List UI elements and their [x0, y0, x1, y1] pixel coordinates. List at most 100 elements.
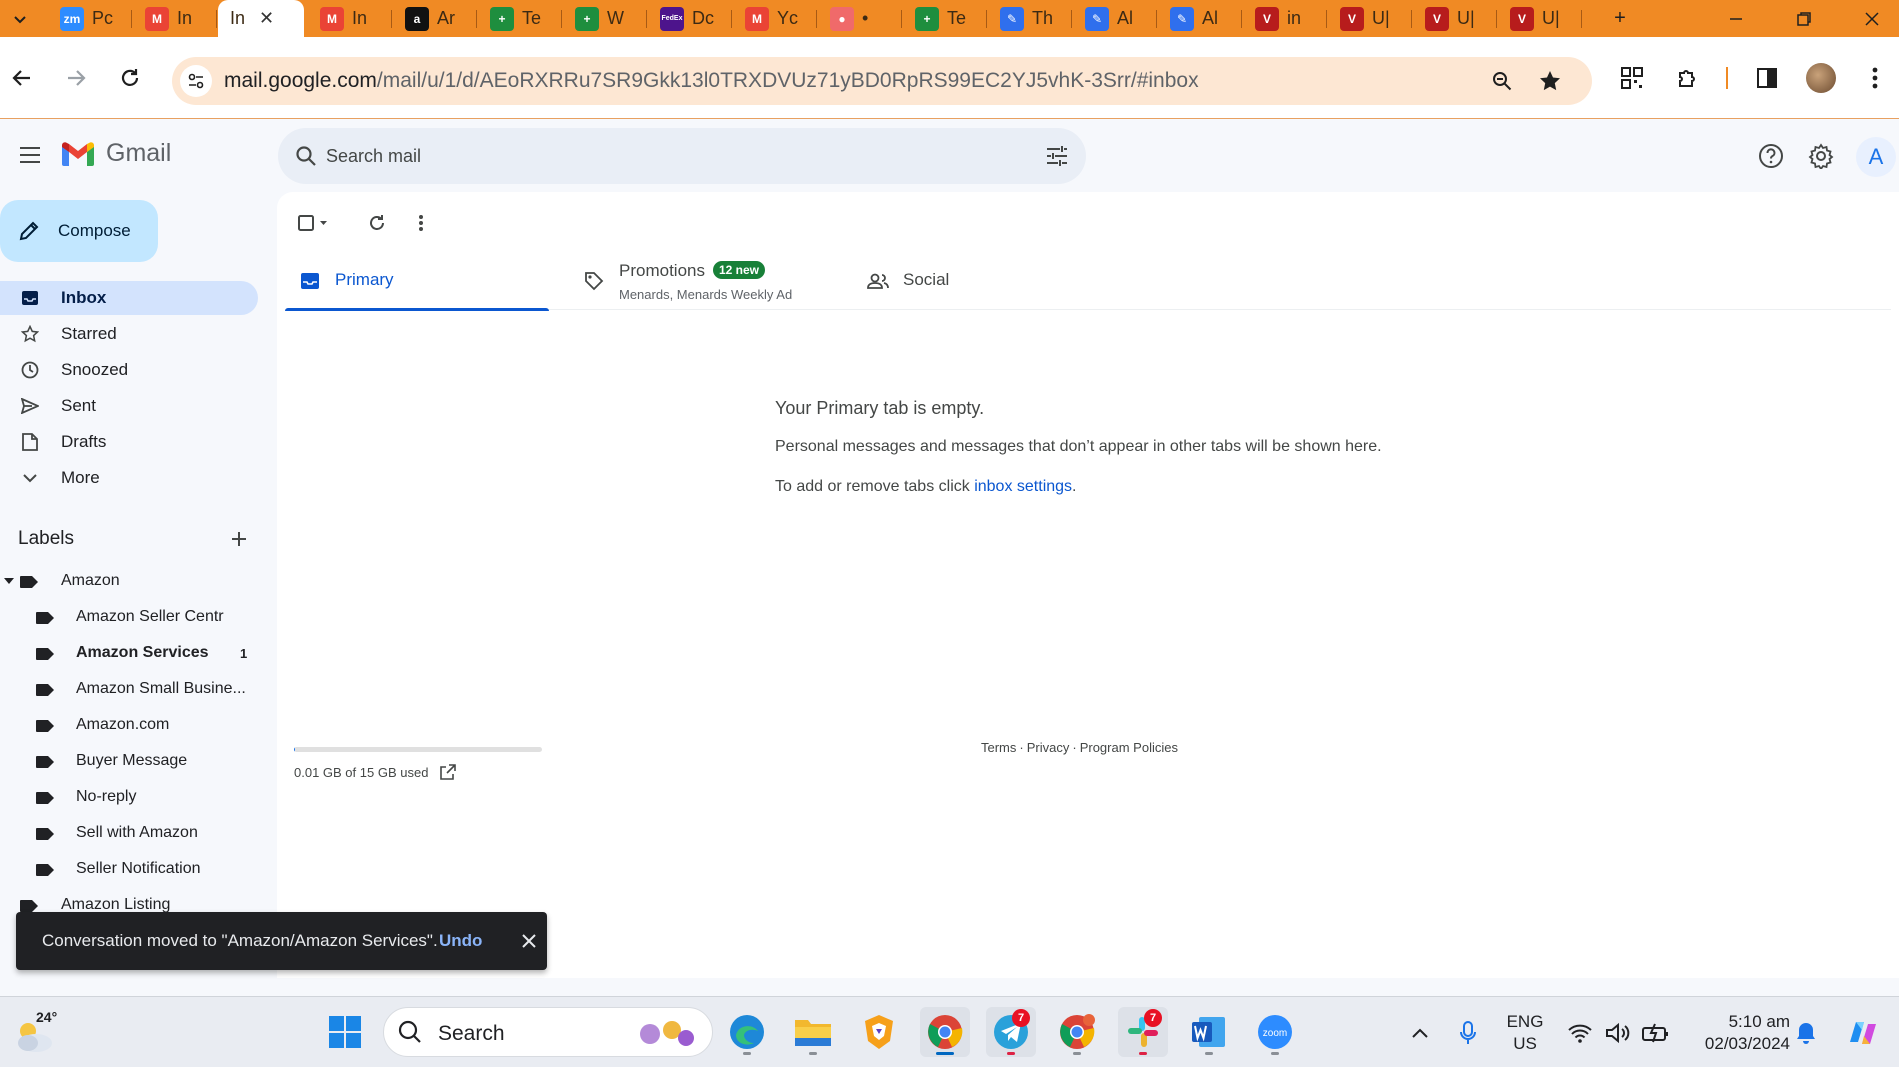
battery-charging-icon[interactable] [1638, 997, 1674, 1067]
extensions-puzzle-icon[interactable] [1671, 61, 1705, 95]
word-icon[interactable] [1184, 1007, 1234, 1057]
taskbar-search[interactable]: Search [383, 1007, 713, 1057]
side-panel-icon[interactable] [1750, 61, 1784, 95]
zoom-icon[interactable]: zoom [1250, 1007, 1300, 1057]
label-item[interactable]: Amazon Small Busine... [0, 674, 250, 704]
browser-tab[interactable]: ✎ Th [988, 0, 1072, 37]
label-item[interactable]: Amazon.com [0, 710, 250, 740]
sidebar-item-snoozed[interactable]: Snoozed [0, 353, 258, 387]
sidebar-item-drafts[interactable]: Drafts [0, 425, 258, 459]
show-hidden-icons-chevron-icon[interactable] [1400, 997, 1440, 1067]
browser-tab[interactable]: a Ar [393, 0, 477, 37]
minimize-button[interactable] [1706, 0, 1766, 37]
tab-promotions[interactable]: Promotions 12 new Menards, Menards Weekly… [569, 252, 839, 310]
browser-tab[interactable]: zm Pc [48, 0, 132, 37]
search-bar[interactable] [278, 128, 1086, 184]
bookmark-star-icon[interactable] [1534, 65, 1566, 97]
undo-button[interactable]: Undo [439, 931, 482, 951]
wifi-icon[interactable] [1562, 997, 1598, 1067]
browser-tab[interactable]: + Te [478, 0, 562, 37]
site-info-icon[interactable] [180, 65, 212, 97]
system-clock[interactable]: 5:10 am 02/03/2024 [1680, 1011, 1790, 1055]
label-item[interactable]: Seller Notification [0, 854, 250, 884]
sidebar-item-inbox[interactable]: Inbox [0, 281, 258, 315]
browser-tab[interactable]: V U| [1498, 0, 1582, 37]
search-input[interactable] [326, 140, 976, 172]
browser-tab[interactable]: V U| [1328, 0, 1412, 37]
program-policies-link[interactable]: Program Policies [1080, 740, 1178, 755]
add-label-icon[interactable] [226, 526, 252, 552]
back-button[interactable] [2, 58, 42, 98]
more-options-icon[interactable] [405, 207, 437, 239]
label-item[interactable]: Buyer Message [0, 746, 250, 776]
label-item[interactable]: Amazon Seller Centr [0, 602, 250, 632]
browser-tab[interactable]: ● • [818, 0, 902, 37]
label-item[interactable]: Amazon [0, 566, 250, 596]
browser-tab[interactable]: + Te [903, 0, 987, 37]
expand-arrow-icon[interactable] [4, 577, 14, 585]
help-icon[interactable] [1752, 137, 1790, 175]
chrome-profile-icon[interactable] [1052, 1007, 1102, 1057]
volume-icon[interactable] [1600, 997, 1636, 1067]
inbox-settings-link[interactable]: inbox settings [974, 478, 1072, 495]
label-item[interactable]: Sell with Amazon [0, 818, 250, 848]
chrome-icon[interactable] [920, 1007, 970, 1057]
sidebar-item-sent[interactable]: Sent [0, 389, 258, 423]
sidebar-item-more[interactable]: More [0, 461, 258, 495]
select-all-checkbox[interactable] [293, 207, 333, 239]
browser-tab[interactable]: + W [563, 0, 647, 37]
search-icon[interactable] [292, 142, 320, 170]
close-icon[interactable] [516, 928, 542, 954]
slack-icon[interactable]: 7 [1118, 1007, 1168, 1057]
chrome-menu-icon[interactable] [1858, 61, 1892, 95]
browser-tab[interactable]: M Yc [733, 0, 817, 37]
browser-tab[interactable]: V U| [1413, 0, 1497, 37]
browser-tab[interactable]: ✎ Al [1073, 0, 1157, 37]
zoom-lens-icon[interactable] [1486, 65, 1518, 97]
copilot-icon[interactable] [1840, 997, 1886, 1067]
main-menu-icon[interactable] [10, 135, 50, 175]
browser-tab[interactable]: M In [308, 0, 392, 37]
address-bar[interactable]: mail.google.com/mail/u/1/d/AEoRXRRu7SR9G… [172, 57, 1592, 105]
tab-separator [1156, 10, 1157, 28]
label-name: Buyer Message [76, 752, 188, 769]
label-item[interactable]: No-reply [0, 782, 250, 812]
browser-tab[interactable]: Vin [1243, 0, 1327, 37]
input-language[interactable]: ENG US [1500, 1011, 1550, 1055]
refresh-icon[interactable] [361, 207, 393, 239]
browser-tab[interactable]: FedEx Dc [648, 0, 732, 37]
new-tab-button[interactable]: + [1590, 0, 1650, 37]
label-item[interactable]: Amazon Services 1 [0, 638, 250, 668]
reload-button[interactable] [110, 58, 150, 98]
weather-widget[interactable]: 24° [14, 1009, 74, 1059]
browser-tab[interactable]: In ✕ [218, 0, 304, 37]
compose-button[interactable]: Compose [0, 200, 158, 262]
microphone-icon[interactable] [1448, 997, 1488, 1067]
privacy-link[interactable]: Privacy [1027, 740, 1070, 755]
browser-tab[interactable]: M In [133, 0, 217, 37]
terms-link[interactable]: Terms [981, 740, 1016, 755]
account-avatar[interactable]: A [1856, 137, 1896, 177]
open-in-new-icon[interactable] [440, 764, 457, 780]
tab-social[interactable]: Social [853, 252, 1117, 310]
file-explorer-icon[interactable] [788, 1007, 838, 1057]
close-tab-icon[interactable]: ✕ [259, 8, 274, 29]
restore-button[interactable] [1774, 0, 1834, 37]
forward-button[interactable] [56, 58, 96, 98]
settings-gear-icon[interactable] [1802, 137, 1840, 175]
gmail-logo[interactable]: Gmail [60, 139, 171, 168]
profile-avatar[interactable] [1804, 61, 1838, 95]
tab-primary[interactable]: Primary [285, 252, 549, 311]
browser-tab[interactable]: ✎ Al [1158, 0, 1242, 37]
search-options-icon[interactable] [1042, 141, 1072, 171]
windows-start-icon[interactable] [320, 1007, 370, 1057]
edge-icon[interactable] [722, 1007, 772, 1057]
url-text[interactable]: mail.google.com/mail/u/1/d/AEoRXRRu7SR9G… [224, 69, 1199, 93]
sidebar-item-starred[interactable]: Starred [0, 317, 258, 351]
close-window-button[interactable] [1842, 0, 1899, 37]
brave-icon[interactable] [854, 1007, 904, 1057]
telegram-icon[interactable]: 7 [986, 1007, 1036, 1057]
qr-code-icon[interactable] [1615, 61, 1649, 95]
notifications-bell-icon[interactable] [1788, 997, 1824, 1067]
tab-search-chevron-icon[interactable] [6, 5, 34, 33]
